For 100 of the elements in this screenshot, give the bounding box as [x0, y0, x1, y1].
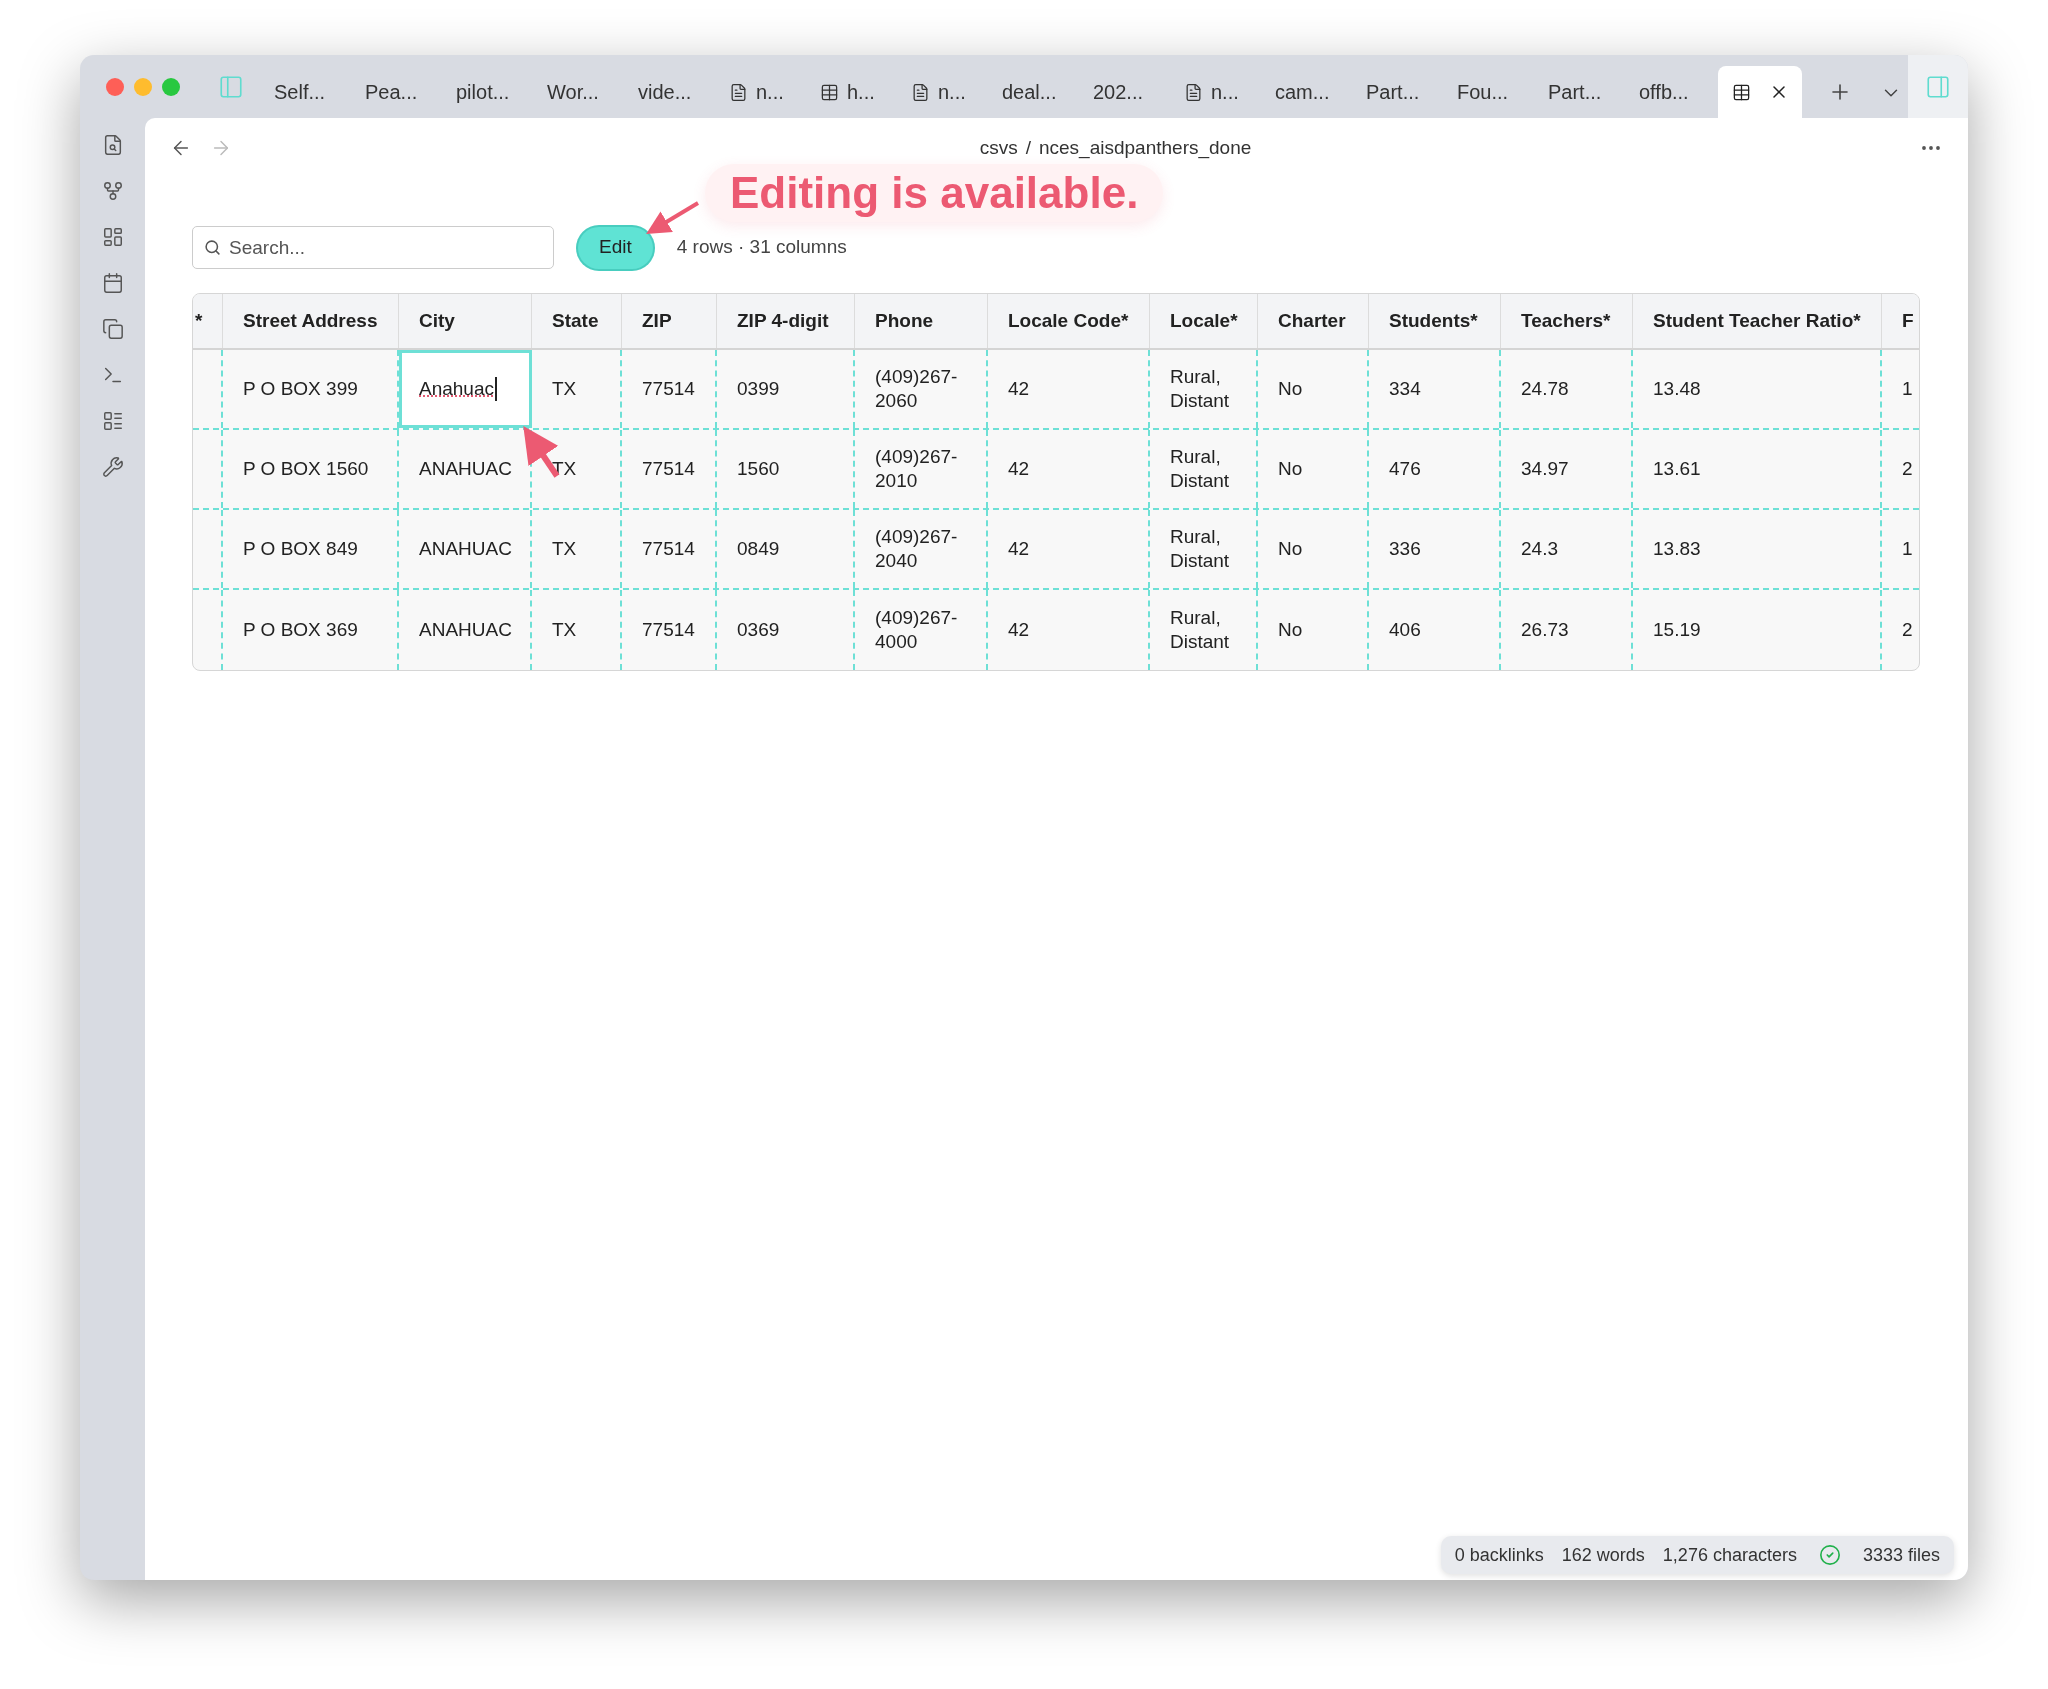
tab[interactable]: n...	[1172, 66, 1263, 118]
table-cell: 42	[988, 510, 1150, 588]
breadcrumb-file[interactable]: nces_aisdpanthers_done	[1038, 133, 1252, 163]
table-cell: 0849	[717, 510, 855, 588]
column-header[interactable]: Student Teacher Ratio*	[1633, 294, 1882, 348]
column-header[interactable]: Street Address	[223, 294, 399, 348]
table-cell: No	[1258, 590, 1369, 670]
table-cell: 34.97	[1501, 430, 1633, 508]
table-cell: 13.48	[1633, 350, 1882, 428]
table-cell: 1560	[717, 430, 855, 508]
list-icon[interactable]	[101, 410, 124, 432]
table-cell: ANAHUAC	[399, 590, 532, 670]
column-header[interactable]: Phone	[855, 294, 988, 348]
table-icon	[1731, 82, 1751, 102]
table-cell: No	[1258, 430, 1369, 508]
table-cell: ANAHUAC	[399, 430, 532, 508]
edit-button[interactable]: Edit	[578, 226, 653, 269]
table-cell: 15.19	[1633, 590, 1882, 670]
tab[interactable]: Fou...	[1445, 66, 1536, 118]
column-header[interactable]: ZIP 4-digit	[717, 294, 855, 348]
breadcrumb-folder[interactable]: csvs	[979, 133, 1018, 163]
column-header[interactable]: Locale Code*	[988, 294, 1150, 348]
breadcrumb-separator: /	[1025, 135, 1031, 160]
table-cell: 476	[1369, 430, 1501, 508]
column-header[interactable]: Charter	[1258, 294, 1369, 348]
document-icon	[729, 82, 748, 102]
table-cell: Rural, Distant	[1150, 510, 1258, 588]
table-cell-text: 2	[1901, 618, 1914, 642]
table-cell: 0369	[717, 590, 855, 670]
table-cell: 77514	[622, 510, 717, 588]
tab[interactable]: pilot...	[444, 66, 535, 118]
table-cell: No	[1258, 510, 1369, 588]
cell-editor[interactable]: Anahuac	[399, 350, 532, 428]
table-cell: No	[1258, 350, 1369, 428]
tab[interactable]: vide...	[626, 66, 717, 118]
file-count: 3333 files	[1862, 1543, 1940, 1567]
table-cell: TX	[532, 590, 622, 670]
table-cell: 336	[1369, 510, 1501, 588]
table-cell: TX	[532, 510, 622, 588]
tab[interactable]: Part...	[1536, 66, 1627, 118]
tab[interactable]: Self...	[262, 66, 353, 118]
search-icon	[204, 239, 221, 256]
table-cell: (409)267-4000	[855, 590, 988, 670]
character-count: 1,276 characters	[1662, 1543, 1797, 1567]
search-field[interactable]: Search...	[192, 226, 554, 269]
dashboard-icon[interactable]	[101, 226, 124, 248]
copy-icon[interactable]	[101, 318, 124, 340]
callout-arrow	[646, 201, 700, 235]
column-header[interactable]: F	[1882, 294, 1919, 348]
tab[interactable]: cam...	[1263, 66, 1354, 118]
tab[interactable]	[1718, 66, 1802, 118]
column-header[interactable]: ZIP	[622, 294, 717, 348]
word-count: 162 words	[1561, 1543, 1645, 1567]
table-cell: ANAHUAC	[399, 510, 532, 588]
table-cell: 42	[988, 430, 1150, 508]
tab[interactable]: 202...	[1081, 66, 1172, 118]
table-cell: 77514	[622, 350, 717, 428]
tab[interactable]: Pea...	[353, 66, 444, 118]
table-cell-text: 2	[1901, 457, 1914, 481]
table-cell: (409)267-2060	[855, 350, 988, 428]
table-cell: P O BOX 849	[223, 510, 399, 588]
table-cell: 0399	[717, 350, 855, 428]
table-cell: 42	[988, 590, 1150, 670]
table-cell: Rural, Distant	[1150, 590, 1258, 670]
table-cell: 77514	[622, 430, 717, 508]
table-summary: 4 rows · 31 columns	[676, 235, 847, 260]
column-header[interactable]: *	[193, 294, 223, 348]
tab[interactable]: Part...	[1354, 66, 1445, 118]
graph-icon[interactable]	[101, 180, 124, 202]
sidebar-toggle-icon[interactable]	[218, 73, 244, 100]
table-cell-text: 1	[1901, 377, 1914, 401]
column-header[interactable]: City	[399, 294, 532, 348]
tab[interactable]: n...	[717, 66, 808, 118]
table-cell: 26.73	[1501, 590, 1633, 670]
table-cell: (409)267-2010	[855, 430, 988, 508]
right-sidebar-toggle-icon[interactable]	[1925, 73, 1951, 100]
tab[interactable]: deal...	[990, 66, 1081, 118]
tab[interactable]: h...	[808, 66, 899, 118]
callout: Editing is available.	[705, 164, 1164, 222]
tab[interactable]: Wor...	[535, 66, 626, 118]
table-cell: 42	[988, 350, 1150, 428]
tab[interactable]: offb...	[1627, 66, 1718, 118]
table-cell: 77514	[622, 590, 717, 670]
table-cell: 13.83	[1633, 510, 1882, 588]
table-cell: Rural, Distant	[1150, 350, 1258, 428]
table-cell: 24.3	[1501, 510, 1633, 588]
table-cell: Rural, Distant	[1150, 430, 1258, 508]
column-header[interactable]: State	[532, 294, 622, 348]
backlinks-count[interactable]: 0 backlinks	[1454, 1541, 1544, 1569]
wrench-icon[interactable]	[101, 456, 124, 478]
document-icon	[1184, 82, 1203, 102]
calendar-icon[interactable]	[101, 272, 124, 294]
table-cell: 406	[1369, 590, 1501, 670]
column-header[interactable]: Locale*	[1150, 294, 1258, 348]
column-header[interactable]: Students*	[1369, 294, 1501, 348]
tab[interactable]: n...	[899, 66, 990, 118]
table-icon	[820, 82, 839, 102]
column-header[interactable]: Teachers*	[1501, 294, 1633, 348]
table-cell-text: 1	[1901, 537, 1914, 561]
table-cell: P O BOX 1560	[223, 430, 399, 508]
